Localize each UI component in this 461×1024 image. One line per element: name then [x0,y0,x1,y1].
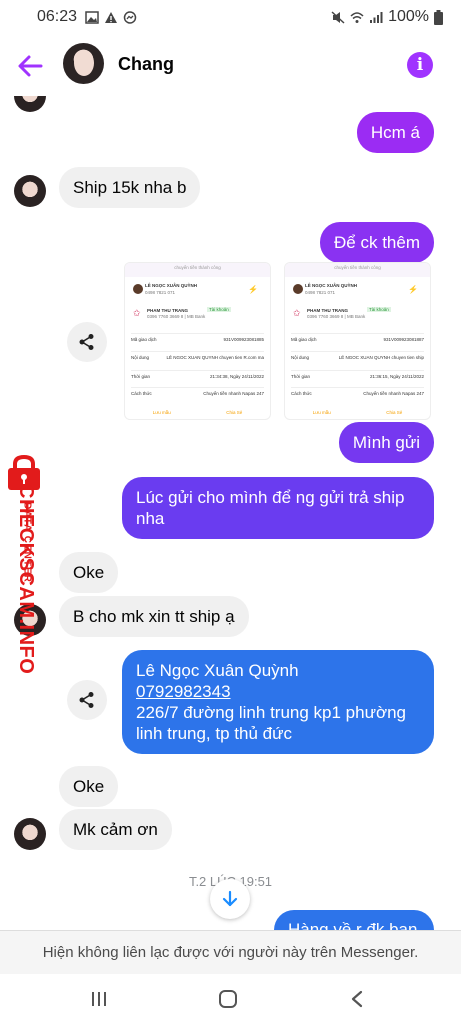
receipt-image[interactable]: chuyển tiền thành công LÊ NGỌC XUÂN QUỲN… [124,262,271,420]
row-label: Nội dung [131,355,150,360]
row-label: Thời gian [291,374,310,379]
receipt-top: chuyển tiền thành công [285,263,430,277]
warning-icon [105,11,118,23]
home-icon[interactable] [216,987,240,1011]
receipt-avatar [133,284,143,294]
unavailable-notice: Hiện không liên lạc được với người này t… [0,930,461,974]
receipt-row: Cách thức Chuyển tiền nhanh Napas 247 [131,387,264,396]
share-icon[interactable] [67,322,107,362]
message-out-address[interactable]: Lê Ngọc Xuân Quỳnh 0792982343 226/7 đườn… [122,650,434,754]
row-value: LÊ NGOC XUAN QUYNH chuyen tien R.com ma [166,355,264,360]
receipt-account: 0396 7760 3669 8 | MB Bank [307,314,366,319]
receipt-receiver: PHAM THU TRANG [147,308,188,313]
message-in[interactable]: B cho mk xin tt ship ạ [59,596,249,637]
receipt-sender-phone: 0498 7821 071 [305,290,336,295]
row-label: Cách thức [291,391,312,396]
receipt-account: 0396 7760 3669 8 | MB Bank [147,314,206,319]
receipt-buttons: Lưu mẫu Chia Sẻ [285,410,430,419]
receipt-image[interactable]: chuyển tiền thành công LÊ NGỌC XUÂN QUỲN… [284,262,431,420]
watermark-big-text: CHECKSCAM.INFO [15,484,37,675]
message-in[interactable]: Oke [59,766,119,807]
receipt-share: Chia Sẻ [386,410,403,415]
status-right: 100% [331,8,443,26]
bolt-icon: ⚡ [248,285,258,294]
chat-header: Chang i [0,34,461,96]
address-detail: 226/7 đường linh trung kp1 phường linh t… [136,703,407,743]
receipt-receiver: PHAM THU TRANG [307,308,348,313]
receipt-save: Lưu mẫu [312,410,331,415]
receipt-row: Thời gian 21:34:38, Ngày 24/11/2022 [131,370,264,379]
bolt-icon: ⚡ [408,285,418,294]
row-value: Chuyển tiền nhanh Napas 247 [203,391,264,396]
share-icon[interactable] [67,680,107,720]
message-in[interactable]: Oke [59,552,119,593]
message-out[interactable]: Hcm á [356,112,434,153]
row-value: 21:34:38, Ngày 24/11/2022 [210,374,264,379]
row-value: 931V009923081887 [383,337,424,342]
signal-icon [370,11,383,23]
messenger-icon [123,10,137,24]
row-value: LÊ NGOC XUAN QUYNH chuyen tien ship [338,355,424,360]
message-out[interactable]: Để ck thêm [320,222,434,263]
contact-avatar-small [14,818,46,850]
wifi-icon [350,11,364,23]
receipt-tag: Tài khoản [367,307,391,312]
notification-icons [85,10,137,24]
row-label: Thời gian [131,374,150,379]
message-out[interactable]: Mình gửi [338,422,434,463]
receipt-save: Lưu mẫu [152,410,171,415]
address-phone-link[interactable]: 0792982343 [136,681,420,702]
contact-name[interactable]: Chang [118,54,174,75]
mute-icon [331,10,345,24]
receipt-sender: LÊ NGỌC XUÂN QUỲNH [145,283,198,288]
address-name: Lê Ngọc Xuân Quỳnh [136,661,299,680]
status-bar: 06:23 100% [0,0,461,34]
row-value: 21:36:15, Ngày 24/11/2022 [370,374,424,379]
receipt-row: Mã giao dịch 931V009923081887 [291,333,424,342]
android-nav-bar [0,974,461,1024]
receipt-share: Chia Sẻ [226,410,243,415]
back-icon[interactable] [347,987,367,1011]
contact-avatar-small [14,175,46,207]
message-out[interactable]: Lúc gửi cho mình để ng gửi trả ship nha [122,477,434,539]
message-in[interactable]: Ship 15k nha b [59,167,201,208]
recent-apps-icon[interactable] [88,987,110,1011]
receipt-buttons: Lưu mẫu Chia Sẻ [125,410,270,419]
row-label: Cách thức [131,391,152,396]
contact-avatar[interactable] [63,43,104,84]
receipt-row: Nội dung LÊ NGOC XUAN QUYNH chuyen tien R… [131,351,264,360]
info-icon[interactable]: i [407,52,433,78]
receipt-sender: LÊ NGỌC XUÂN QUỲNH [305,283,358,288]
receipt-top: chuyển tiền thành công [125,263,270,277]
receipt-row: Mã giao dịch 931V009923081885 [131,333,264,342]
star-icon: ✩ [293,308,301,318]
battery-percent: 100% [388,8,429,25]
receipt-avatar [293,284,303,294]
message-in[interactable]: Mk cảm ơn [59,809,172,850]
receipt-row: Thời gian 21:36:15, Ngày 24/11/2022 [291,370,424,379]
row-label: Nội dung [291,355,310,360]
back-arrow-icon[interactable] [17,52,45,80]
gallery-icon [85,10,99,24]
row-label: Mã giao dịch [291,337,317,342]
watermark: DATA CENTER CHECKSCAM.INFO [0,455,50,675]
row-value: 931V009923081885 [223,337,264,342]
row-label: Mã giao dịch [131,337,157,342]
receipt-sender-phone: 0498 7821 071 [145,290,176,295]
receipt-row: Nội dung LÊ NGOC XUAN QUYNH chuyen tien s… [291,351,424,360]
receipt-row: Cách thức Chuyển tiền nhanh Napas 247 [291,387,424,396]
receipt-tag: Tài khoản [207,307,231,312]
star-icon: ✩ [133,308,141,318]
battery-icon [434,9,443,25]
status-time: 06:23 [37,8,78,25]
scroll-down-button[interactable] [210,879,250,919]
chevron-down-icon [222,890,238,907]
row-value: Chuyển tiền nhanh Napas 247 [363,391,424,396]
